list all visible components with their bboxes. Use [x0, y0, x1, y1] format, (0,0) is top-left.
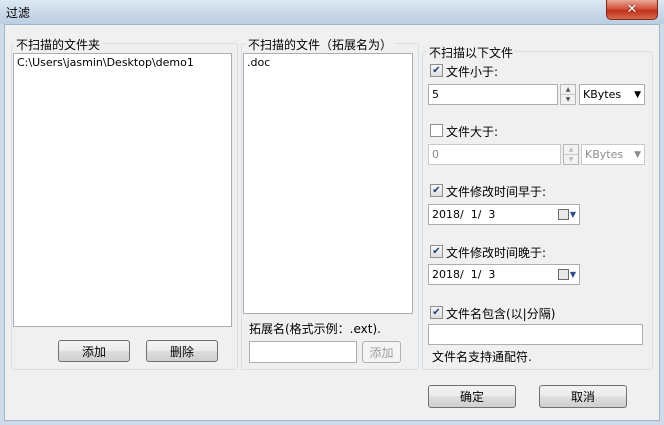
modified-after-date-value: 2018/ 1/ 3	[432, 268, 496, 281]
window-title: 过滤	[6, 6, 31, 20]
close-button[interactable]: ✕	[606, 0, 658, 20]
extension-input[interactable]	[249, 341, 357, 363]
size-less-checkbox[interactable]	[430, 64, 443, 77]
calendar-icon[interactable]: ▼	[557, 269, 576, 280]
extension-format-hint: 拓展名(格式示例：.ext).	[249, 322, 381, 336]
delete-folder-button[interactable]: 删除	[146, 340, 218, 362]
cancel-button[interactable]: 取消	[539, 385, 627, 408]
size-greater-unit-select[interactable]: KBytes ▼	[581, 144, 645, 165]
extensions-list[interactable]: .doc	[243, 53, 413, 314]
size-less-unit-value: KBytes	[583, 88, 622, 101]
modified-before-checkbox[interactable]	[430, 184, 443, 197]
size-less-spinner[interactable]: ▲ ▼	[560, 84, 576, 105]
name-contains-checkbox[interactable]	[430, 306, 443, 319]
triangle-down-icon[interactable]: ▼	[564, 154, 578, 164]
close-icon: ✕	[626, 2, 638, 17]
calendar-icon[interactable]: ▼	[557, 209, 576, 220]
modified-after-checkbox[interactable]	[430, 245, 443, 258]
conditions-group-title: 不扫描以下文件	[427, 44, 516, 61]
add-extension-button[interactable]: 添加	[362, 341, 401, 363]
modified-before-date-value: 2018/ 1/ 3	[432, 208, 496, 221]
size-greater-spinner[interactable]: ▲ ▼	[563, 144, 579, 165]
list-item[interactable]: C:\Users\jasmin\Desktop\demo1	[17, 56, 228, 69]
ok-button[interactable]: 确定	[428, 385, 516, 408]
size-greater-unit-value: KBytes	[585, 148, 624, 161]
size-greater-label: 文件大于:	[446, 125, 499, 139]
folders-group-title: 不扫描的文件夹	[14, 36, 103, 53]
size-less-unit-select[interactable]: KBytes ▼	[579, 84, 645, 105]
size-less-input[interactable]: 5	[428, 84, 558, 105]
list-item[interactable]: .doc	[247, 56, 409, 69]
size-greater-input[interactable]: 0	[428, 144, 561, 165]
files-group-title: 不扫描的文件（拓展名为）	[246, 36, 395, 53]
folders-list[interactable]: C:\Users\jasmin\Desktop\demo1	[13, 53, 232, 327]
triangle-up-icon[interactable]: ▲	[564, 145, 578, 154]
name-contains-input[interactable]	[428, 324, 643, 345]
title-bar: 过滤 ✕	[0, 0, 664, 24]
add-folder-button[interactable]: 添加	[58, 340, 130, 362]
size-less-label: 文件小于:	[446, 65, 499, 79]
name-contains-label: 文件名包含(以|分隔)	[446, 307, 556, 321]
chevron-down-icon: ▼	[634, 89, 641, 100]
modified-before-label: 文件修改时间早于:	[446, 185, 547, 199]
triangle-up-icon[interactable]: ▲	[561, 85, 575, 94]
modified-before-date-picker[interactable]: 2018/ 1/ 3 ▼	[428, 204, 580, 225]
chevron-down-icon: ▼	[634, 149, 641, 160]
modified-after-date-picker[interactable]: 2018/ 1/ 3 ▼	[428, 264, 580, 285]
triangle-down-icon[interactable]: ▼	[561, 94, 575, 104]
size-greater-checkbox[interactable]	[430, 124, 443, 137]
wildcard-hint: 文件名支持通配符.	[432, 350, 532, 364]
modified-after-label: 文件修改时间晚于:	[446, 246, 547, 260]
